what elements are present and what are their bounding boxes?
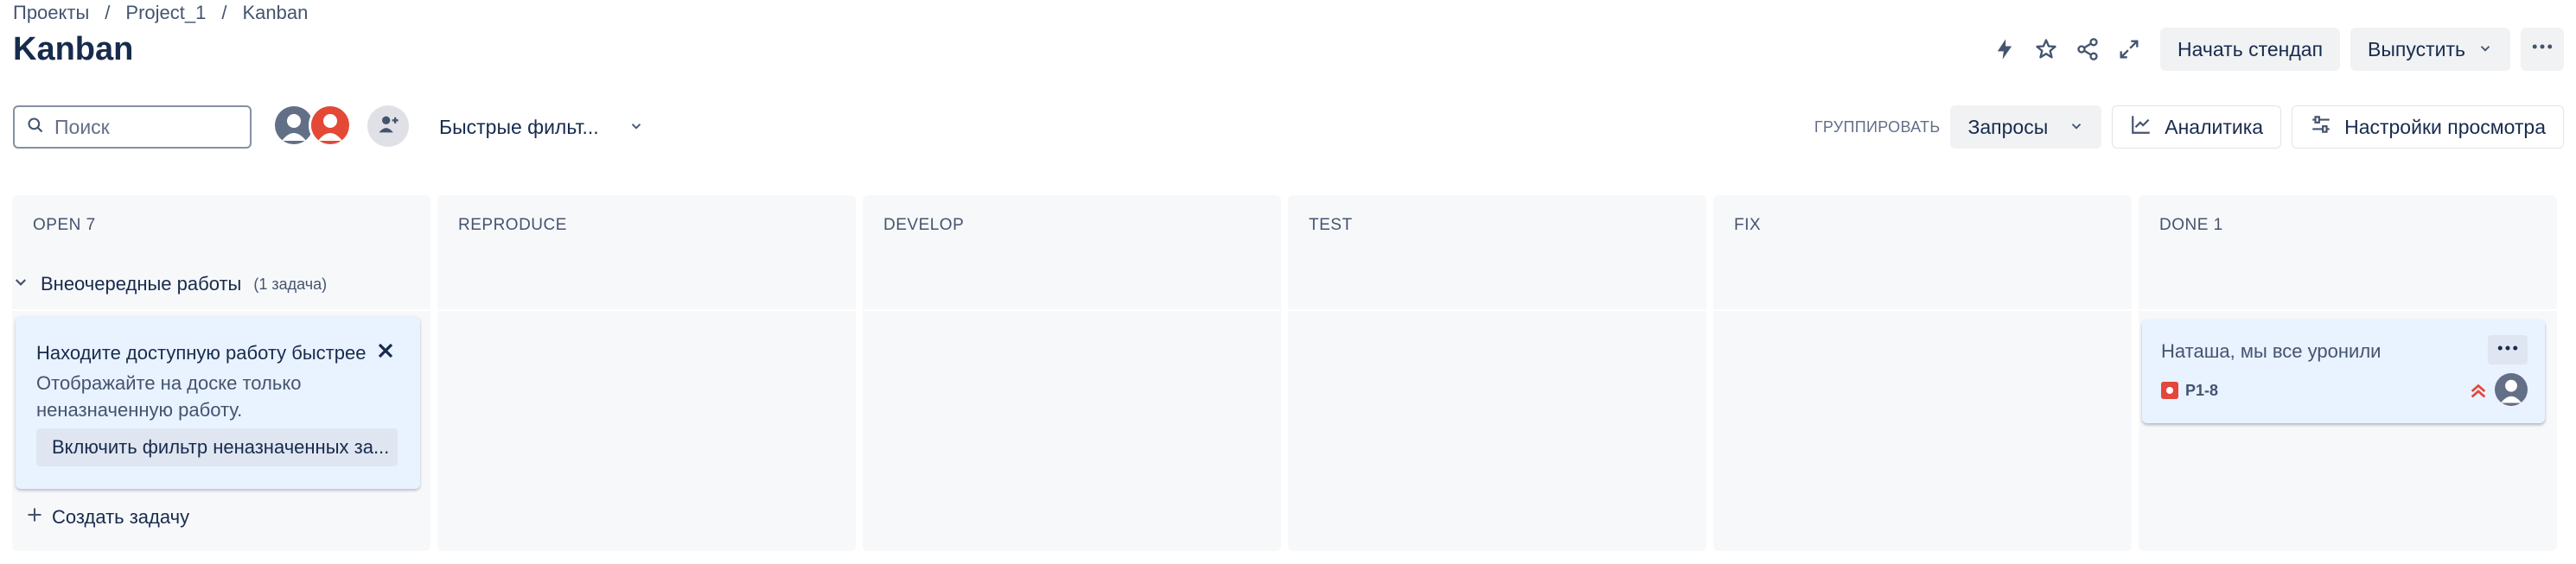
column-header: FIX bbox=[1734, 216, 1762, 234]
onboarding-card: Находите доступную работу быстрее Отобра… bbox=[16, 316, 420, 489]
breadcrumb-separator: / bbox=[105, 2, 111, 23]
onboarding-description: Отображайте на доске только неназначенну… bbox=[36, 372, 302, 421]
view-settings-button[interactable]: Настройки просмотра bbox=[2292, 105, 2564, 149]
issue-summary: Наташа, мы все уронили bbox=[2161, 340, 2382, 362]
close-icon[interactable] bbox=[373, 339, 398, 363]
view-settings-label: Настройки просмотра bbox=[2344, 115, 2546, 138]
quick-filters-dropdown[interactable]: Быстрые фильт... bbox=[424, 105, 660, 149]
column-test: TEST bbox=[1288, 195, 1706, 551]
column-header: REPRODUCE bbox=[458, 216, 567, 234]
avatar-group bbox=[272, 104, 352, 147]
swimlane-header[interactable]: Внеочередные работы (1 задача) bbox=[13, 273, 327, 295]
breadcrumb-separator: / bbox=[221, 2, 227, 23]
plus-icon bbox=[26, 506, 43, 529]
star-icon[interactable] bbox=[2025, 29, 2067, 70]
swimlane-count: (1 задача) bbox=[253, 275, 328, 293]
chart-icon bbox=[2130, 113, 2152, 141]
group-by-dropdown[interactable]: Запросы bbox=[1950, 105, 2102, 149]
board-controls: ГРУППИРОВАТЬ Запросы Аналитика Настройки… bbox=[1814, 105, 2564, 149]
assignee-avatar[interactable] bbox=[2495, 373, 2528, 406]
breadcrumb-project[interactable]: Project_1 bbox=[125, 2, 206, 24]
breadcrumb-projects[interactable]: Проекты bbox=[13, 2, 89, 24]
chevron-down-icon bbox=[13, 275, 29, 295]
column-header: DONE 1 bbox=[2159, 216, 2223, 234]
add-user-icon bbox=[376, 112, 400, 141]
release-button[interactable]: Выпустить bbox=[2350, 28, 2510, 71]
chevron-down-icon bbox=[628, 116, 644, 139]
column-develop: DEVELOP bbox=[863, 195, 1281, 551]
enable-unassigned-filter-button[interactable]: Включить фильтр неназначенных за... bbox=[36, 428, 398, 466]
breadcrumb-board[interactable]: Kanban bbox=[242, 2, 308, 24]
issue-key: P1-8 bbox=[2185, 382, 2219, 399]
more-icon bbox=[2529, 34, 2555, 65]
column-reproduce: REPRODUCE bbox=[437, 195, 856, 551]
onboarding-title: Находите доступную работу быстрее bbox=[36, 342, 367, 364]
priority-highest-icon bbox=[2469, 382, 2488, 401]
start-standup-label: Начать стендап bbox=[2177, 37, 2324, 60]
lightning-icon[interactable] bbox=[1984, 29, 2025, 70]
swimlane-title: Внеочередные работы bbox=[41, 273, 242, 295]
create-task-button[interactable]: Создать задачу bbox=[26, 506, 189, 529]
more-actions-button[interactable] bbox=[2521, 28, 2564, 71]
column-fix: FIX bbox=[1713, 195, 2132, 551]
quick-filters-label: Быстрые фильт... bbox=[439, 115, 599, 138]
analytics-button[interactable]: Аналитика bbox=[2112, 105, 2282, 149]
share-icon[interactable] bbox=[2067, 29, 2108, 70]
start-standup-button[interactable]: Начать стендап bbox=[2160, 28, 2341, 71]
release-label: Выпустить bbox=[2368, 37, 2465, 60]
column-header: DEVELOP bbox=[883, 216, 965, 234]
group-by-label: ГРУППИРОВАТЬ bbox=[1814, 117, 1941, 136]
expand-icon[interactable] bbox=[2108, 29, 2150, 70]
issue-card[interactable]: Наташа, мы все уронили P1-8 bbox=[2142, 320, 2545, 423]
more-icon bbox=[2495, 335, 2521, 365]
add-user-button[interactable] bbox=[367, 105, 409, 147]
column-header: OPEN 7 bbox=[33, 216, 96, 234]
chevron-down-icon bbox=[2477, 38, 2493, 61]
header-actions: Начать стендап Выпустить bbox=[1984, 28, 2564, 71]
search-input[interactable] bbox=[53, 114, 246, 140]
analytics-label: Аналитика bbox=[2165, 115, 2264, 138]
create-task-label: Создать задачу bbox=[52, 506, 190, 528]
bug-icon bbox=[2161, 382, 2178, 399]
swimlane-divider bbox=[12, 309, 2564, 311]
card-more-button[interactable] bbox=[2488, 335, 2528, 364]
column-header: TEST bbox=[1309, 216, 1353, 234]
search-icon bbox=[27, 117, 44, 138]
breadcrumb: Проекты / Project_1 / Kanban bbox=[13, 2, 308, 24]
avatar[interactable] bbox=[309, 104, 352, 147]
group-by-value: Запросы bbox=[1967, 115, 2049, 138]
sliders-icon bbox=[2310, 113, 2332, 141]
page-title: Kanban bbox=[13, 31, 134, 67]
chevron-down-icon bbox=[2069, 116, 2084, 139]
search-box bbox=[13, 105, 252, 149]
